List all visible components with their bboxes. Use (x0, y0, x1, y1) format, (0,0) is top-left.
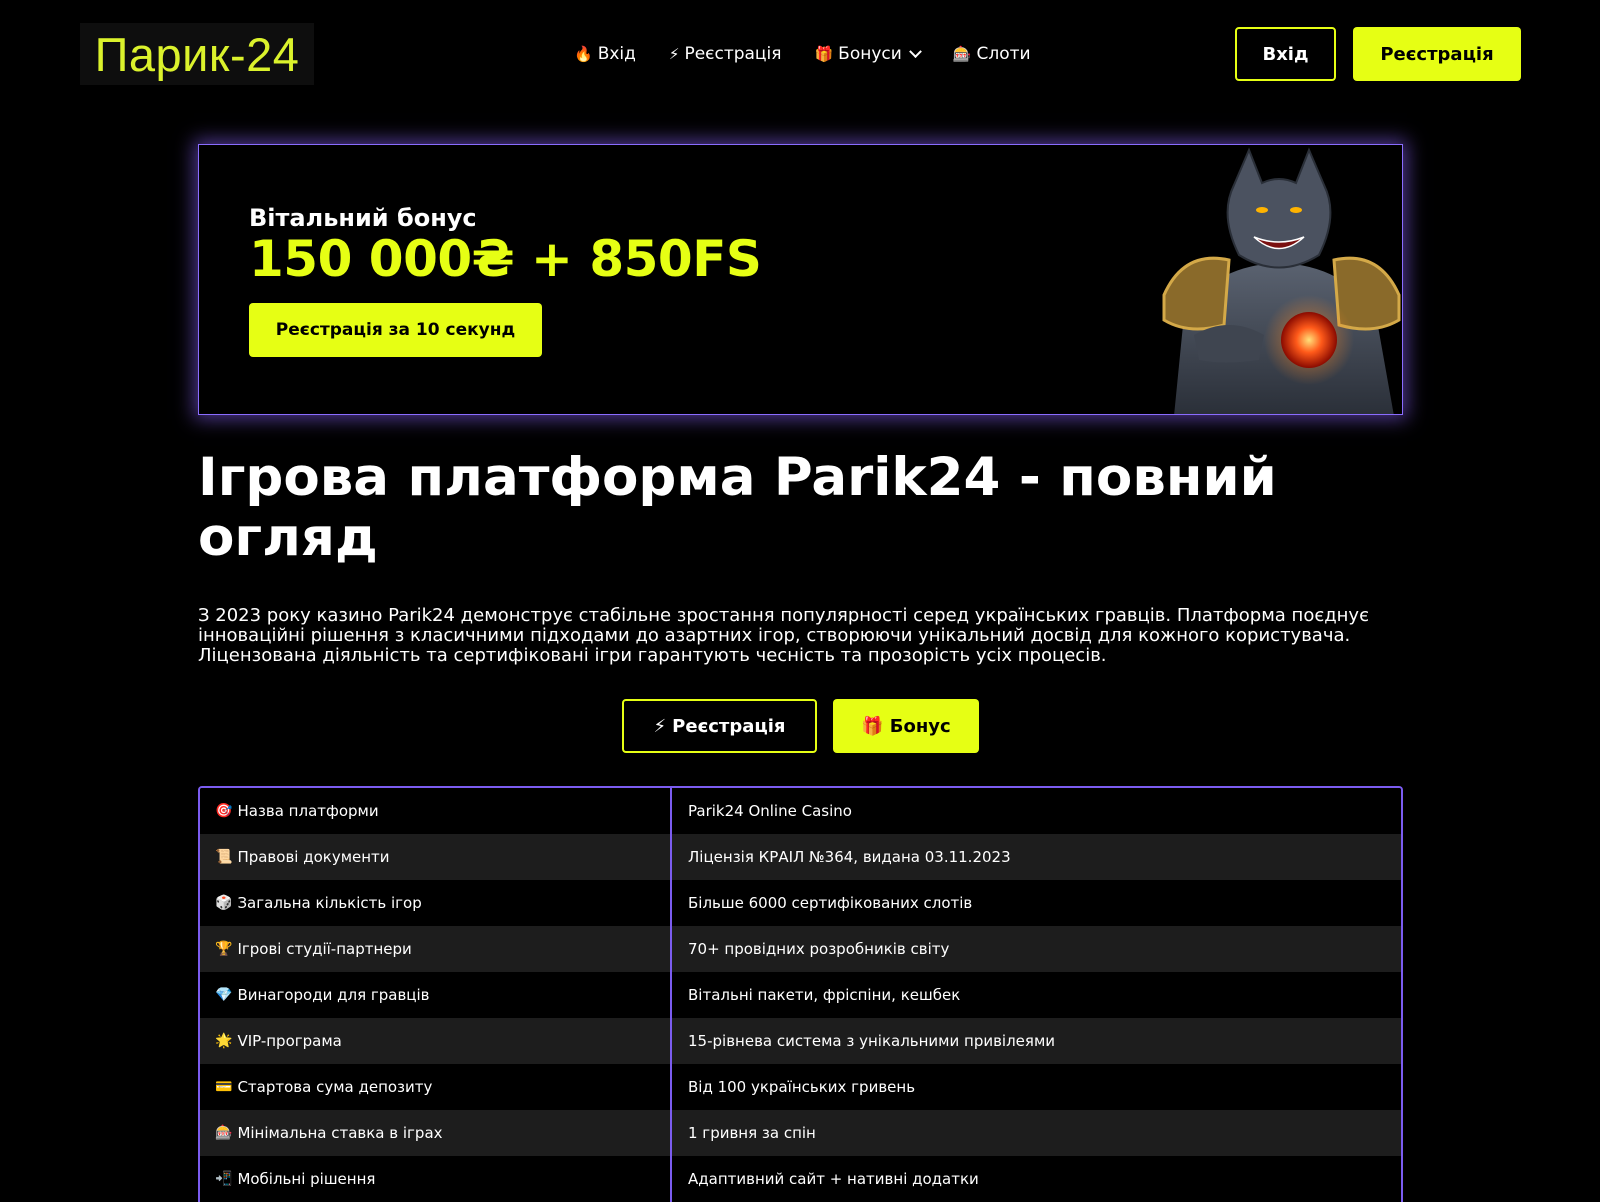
site-header: Парик-24 🔥 Вхід ⚡ Реєстрація 🎁 Бонуси 🎰 … (0, 0, 1600, 108)
main-nav: 🔥 Вхід ⚡ Реєстрація 🎁 Бонуси 🎰 Слоти (574, 41, 1031, 67)
table-value: Ліцензія КРАІЛ №364, видана 03.11.2023 (688, 848, 1011, 866)
nav-item-slots[interactable]: 🎰 Слоти (953, 44, 1031, 64)
table-key-cell: 🎯 Назва платформи (200, 788, 672, 834)
trophy-icon: 🏆 (215, 941, 233, 957)
table-key-cell: 📲 Мобільні рішення (200, 1156, 672, 1202)
table-value: Більше 6000 сертифікованих слотів (688, 894, 973, 912)
table-key: Винагороди для гравців (237, 986, 430, 1004)
table-value: Вітальні пакети, фріспіни, кешбек (688, 986, 961, 1004)
lightning-icon: ⚡ (653, 715, 667, 737)
dice-icon: 🎲 (215, 895, 233, 911)
table-key-cell: 🎰 Мінімальна ставка в іграх (200, 1110, 672, 1156)
cta-bonus-button[interactable]: 🎁 Бонус (833, 699, 979, 753)
table-row: 🎯 Назва платформи Parik24 Online Casino (200, 788, 1401, 834)
nav-item-register[interactable]: ⚡ Реєстрація (669, 44, 782, 64)
lightning-icon: ⚡ (668, 45, 680, 63)
table-key: Назва платформи (237, 802, 379, 820)
nav-item-bonuses[interactable]: 🎁 Бонуси (814, 44, 922, 64)
table-row: 💎 Винагороди для гравців Вітальні пакети,… (200, 972, 1401, 1018)
table-key: Мінімальна ставка в іграх (237, 1124, 443, 1142)
table-value: 1 гривня за спін (688, 1124, 816, 1142)
cta-register-label: Реєстрація (672, 715, 786, 737)
gift-icon: 🎁 (814, 45, 834, 63)
nav-item-label: Слоти (976, 44, 1031, 64)
table-value: Адаптивний сайт + нативні додатки (688, 1170, 979, 1188)
table-key: Ігрові студії-партнери (237, 940, 412, 958)
table-key-cell: 📜 Правові документи (200, 834, 672, 880)
intro-paragraph: З 2023 року казино Parik24 демонструє ст… (198, 605, 1369, 666)
fire-icon: 🔥 (574, 45, 593, 63)
table-value: 15-рівнева система з унікальними привіле… (688, 1032, 1056, 1050)
table-row: 📜 Правові документи Ліцензія КРАІЛ №364, … (200, 834, 1401, 880)
nav-item-login[interactable]: 🔥 Вхід (574, 44, 636, 64)
cta-bonus-label: Бонус (889, 715, 951, 737)
login-button[interactable]: Вхід (1235, 27, 1336, 81)
table-key: VIP-програма (237, 1032, 342, 1050)
site-logo[interactable]: Парик-24 (80, 23, 314, 85)
cta-row: ⚡ Реєстрація 🎁 Бонус (622, 699, 979, 753)
page-title: Ігрова платформа Parik24 - повний огляд (198, 447, 1277, 568)
banner-bonus-amount: 150 000₴ + 850FS (249, 230, 762, 288)
gem-icon: 💎 (215, 987, 233, 1003)
credit-card-icon: 💳 (215, 1079, 233, 1095)
chevron-down-icon (908, 44, 922, 58)
cta-register-button[interactable]: ⚡ Реєстрація (622, 699, 817, 753)
platform-info-table: 🎯 Назва платформи Parik24 Online Casino 📜… (198, 786, 1403, 1202)
table-value: 70+ провідних розробників світу (688, 940, 950, 958)
scroll-icon: 📜 (215, 849, 233, 865)
slot-machine-icon: 🎰 (952, 45, 972, 63)
table-key-cell: 💳 Стартова сума депозиту (200, 1064, 672, 1110)
table-key: Загальна кількість ігор (237, 894, 422, 912)
table-row: 🏆 Ігрові студії-партнери 70+ провідних ро… (200, 926, 1401, 972)
table-row: 💳 Стартова сума депозиту Від 100 українсь… (200, 1064, 1401, 1110)
banner-subtitle: Вітальний бонус (249, 204, 477, 232)
gift-icon: 🎁 (861, 715, 884, 737)
register-button[interactable]: Реєстрація (1353, 27, 1521, 81)
table-key-cell: 💎 Винагороди для гравців (200, 972, 672, 1018)
table-value: Parik24 Online Casino (688, 802, 852, 820)
table-key-cell: 🏆 Ігрові студії-партнери (200, 926, 672, 972)
table-row: 🌟 VIP-програма 15-рівнева система з уніка… (200, 1018, 1401, 1064)
werewolf-hero-image (1162, 147, 1401, 414)
nav-item-label: Бонуси (838, 44, 902, 64)
banner-register-button[interactable]: Реєстрація за 10 секунд (249, 303, 542, 357)
mobile-phone-icon: 📲 (215, 1171, 233, 1187)
table-key: Мобільні рішення (237, 1170, 376, 1188)
star-icon: 🌟 (215, 1033, 233, 1049)
table-key-cell: 🌟 VIP-програма (200, 1018, 672, 1064)
table-key-cell: 🎲 Загальна кількість ігор (200, 880, 672, 926)
nav-item-label: Реєстрація (684, 44, 782, 64)
table-value: Від 100 українських гривень (688, 1078, 916, 1096)
table-row: 🎰 Мінімальна ставка в іграх 1 гривня за с… (200, 1110, 1401, 1156)
table-key: Правові документи (237, 848, 390, 866)
welcome-bonus-banner: Вітальний бонус 150 000₴ + 850FS Реєстра… (198, 144, 1403, 415)
slot-machine-icon: 🎰 (215, 1125, 233, 1141)
table-row: 📲 Мобільні рішення Адаптивний сайт + нати… (200, 1156, 1401, 1202)
table-key: Стартова сума депозиту (237, 1078, 433, 1096)
nav-item-label: Вхід (597, 44, 636, 64)
target-icon: 🎯 (215, 803, 233, 819)
table-row: 🎲 Загальна кількість ігор Більше 6000 сер… (200, 880, 1401, 926)
